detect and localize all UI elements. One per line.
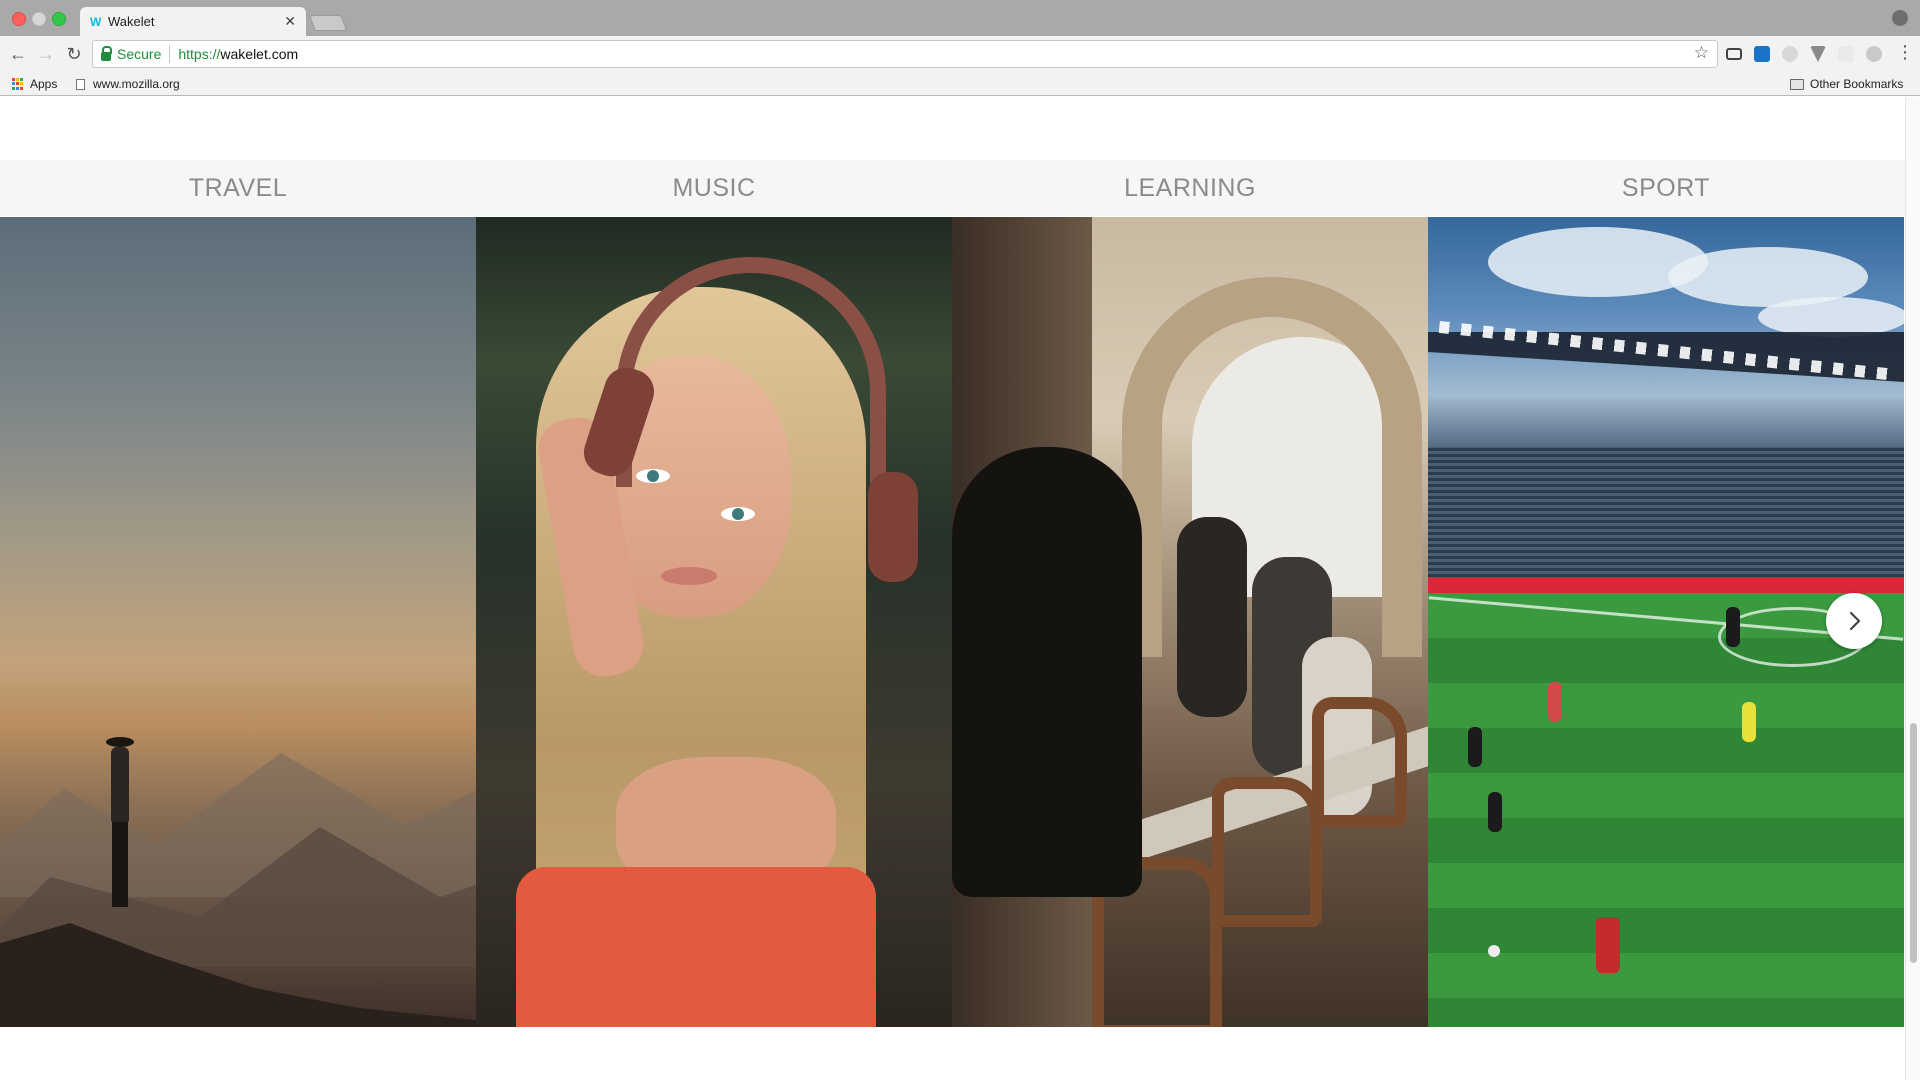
carousel-next-button[interactable] — [1826, 593, 1882, 649]
category-learning[interactable]: LEARNING — [952, 160, 1428, 216]
orange-top — [516, 867, 876, 1027]
url-host: wakelet.com — [220, 46, 299, 62]
blue-extension-icon[interactable] — [1754, 46, 1770, 62]
category-image-carousel — [0, 217, 1905, 1027]
forward-arrow-icon[interactable]: → — [34, 42, 58, 66]
tab-close-icon[interactable]: ✕ — [284, 13, 296, 30]
lips — [661, 567, 717, 585]
folder-icon — [1790, 78, 1804, 90]
stadium-stands — [1428, 447, 1904, 577]
light-extension-icon[interactable] — [1838, 46, 1854, 62]
apps-grid-icon — [12, 78, 24, 90]
advertising-board — [1428, 577, 1904, 593]
football — [1488, 945, 1500, 957]
category-music[interactable]: MUSIC — [476, 160, 952, 216]
reload-icon[interactable]: ↻ — [62, 42, 86, 66]
secure-label: Secure — [117, 46, 162, 62]
stadium-roof — [1428, 332, 1904, 382]
new-tab-button[interactable] — [309, 15, 347, 31]
other-bookmarks-label: Other Bookmarks — [1810, 77, 1904, 91]
grey-circle-extension-icon[interactable] — [1782, 46, 1798, 62]
player — [1488, 792, 1502, 832]
bookmark-mozilla[interactable]: www.mozilla.org — [76, 77, 180, 91]
profile-icon[interactable] — [1892, 10, 1908, 26]
category-bar: TRAVEL MUSIC LEARNING SPORT — [0, 160, 1905, 216]
chevron-right-icon — [1849, 611, 1861, 631]
browser-menu-icon[interactable]: ⋮ — [1896, 42, 1914, 63]
standing-person — [1177, 517, 1247, 717]
maximize-window-button[interactable] — [52, 12, 66, 26]
browser-toolbar: ← → ↻ Secure https:// wakelet.com ☆ ⋮ — [0, 36, 1920, 72]
lock-icon — [101, 45, 112, 61]
right-eye — [721, 507, 755, 521]
hiker-legs — [112, 822, 128, 907]
bookmark-other[interactable]: Other Bookmarks — [1790, 77, 1903, 91]
url-scheme: https:// — [178, 46, 221, 62]
address-separator — [169, 45, 171, 63]
page-scrollbar[interactable] — [1905, 97, 1920, 1080]
distant-mountains — [0, 753, 476, 897]
bookmark-apps[interactable]: Apps — [12, 77, 57, 91]
page-icon — [76, 78, 85, 90]
browser-tab-wakelet[interactable]: W Wakelet ✕ — [80, 7, 306, 36]
page-content: TRAVEL MUSIC LEARNING SPORT — [0, 97, 1905, 1080]
player — [1548, 682, 1562, 722]
tab-title: Wakelet — [108, 14, 155, 29]
music-image[interactable] — [476, 217, 952, 1027]
player — [1596, 917, 1620, 973]
hiker-silhouette — [104, 737, 136, 907]
minimize-window-button[interactable] — [32, 12, 46, 26]
foreground-person — [952, 447, 1142, 897]
wooden-chair — [1212, 777, 1322, 927]
apps-label: Apps — [30, 77, 58, 91]
player — [1468, 727, 1482, 767]
wooden-chair — [1312, 697, 1407, 827]
headphone-cup-right — [868, 472, 918, 582]
close-window-button[interactable] — [12, 12, 26, 26]
travel-image[interactable] — [0, 217, 476, 1027]
wakelet-favicon-icon: W — [90, 14, 102, 29]
pocket-extension-icon[interactable] — [1810, 46, 1826, 62]
address-bar[interactable]: Secure https:// wakelet.com ☆ — [92, 40, 1718, 68]
player — [1742, 702, 1756, 742]
shield-extension-icon[interactable] — [1866, 46, 1882, 62]
hiker-body — [111, 747, 129, 822]
bookmarks-bar: Apps www.mozilla.org Other Bookmarks — [0, 72, 1920, 96]
category-sport[interactable]: SPORT — [1428, 160, 1904, 216]
player — [1726, 607, 1740, 647]
bookmark-star-icon[interactable]: ☆ — [1694, 43, 1709, 63]
back-arrow-icon[interactable]: ← — [6, 42, 30, 66]
cast-extension-icon[interactable] — [1726, 48, 1742, 60]
scrollbar-thumb[interactable] — [1910, 723, 1917, 963]
browser-tab-strip: W Wakelet ✕ — [0, 0, 1920, 36]
hiker-hat — [106, 737, 134, 747]
cloud — [1758, 297, 1904, 337]
learning-image[interactable] — [952, 217, 1428, 1027]
bookmark-mozilla-label: www.mozilla.org — [93, 77, 180, 91]
category-travel[interactable]: TRAVEL — [0, 160, 476, 216]
